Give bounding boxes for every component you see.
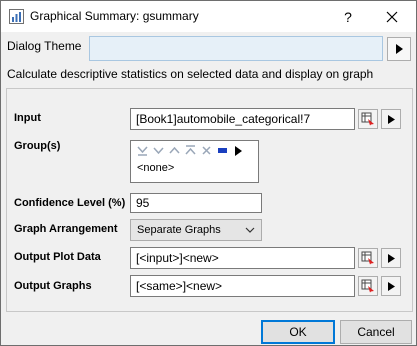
confidence-level-value: 95 [136,196,150,210]
input-label: Input [14,112,41,124]
cancel-button-label: Cancel [357,325,395,339]
output-plot-data-value: [<input>]<new> [136,251,219,265]
chevron-down-icon [245,227,255,233]
output-plot-data-label: Output Plot Data [14,251,101,263]
range-select-icon [361,279,374,293]
dialog-theme-menu-button[interactable] [387,37,411,61]
graph-arrangement-value: Separate Graphs [137,224,221,236]
output-graphs-label: Output Graphs [14,280,92,292]
move-up-icon[interactable] [168,144,181,157]
origin-app-icon [9,9,24,24]
help-button[interactable]: ? [329,2,367,31]
groups-toolbar [136,144,245,157]
help-label: ? [344,8,352,25]
play-arrow-icon [387,253,395,263]
ok-button-label: OK [289,325,307,339]
graph-arrangement-select[interactable]: Separate Graphs [130,219,262,241]
dialog-window: Graphical Summary: gsummary ? Dialog The… [0,0,417,346]
output-graphs-menu-button[interactable] [381,276,401,296]
input-select-range-button[interactable] [358,109,378,129]
confidence-level-input[interactable]: 95 [130,193,262,213]
title-bar: Graphical Summary: gsummary ? [1,1,416,32]
dialog-theme-label: Dialog Theme [7,39,82,53]
output-plot-select-range-button[interactable] [358,248,378,268]
input-value: [Book1]automobile_categorical!7 [136,112,311,126]
groups-list-panel: <none> [130,140,259,183]
move-bottom-icon[interactable] [136,144,149,157]
add-column-icon[interactable] [216,144,229,157]
range-select-icon [361,251,374,265]
output-plot-data-field[interactable]: [<input>]<new> [130,247,355,269]
close-icon [386,11,398,22]
play-arrow-icon [387,281,395,291]
output-plot-menu-button[interactable] [381,248,401,268]
input-field[interactable]: [Book1]automobile_categorical!7 [130,108,355,130]
move-down-icon[interactable] [152,144,165,157]
groups-label: Group(s) [14,140,61,152]
move-top-icon[interactable] [184,144,197,157]
dialog-theme-field[interactable] [89,36,383,61]
play-arrow-icon [396,44,403,54]
confidence-level-label: Confidence Level (%) [14,197,126,209]
input-menu-button[interactable] [381,109,401,129]
ok-button[interactable]: OK [261,320,335,344]
remove-icon[interactable] [200,144,213,157]
output-graphs-value: [<same>]<new> [136,279,223,293]
output-graphs-select-range-button[interactable] [358,276,378,296]
play-arrow-icon[interactable] [232,144,245,157]
dialog-description: Calculate descriptive statistics on sele… [7,67,374,81]
cancel-button[interactable]: Cancel [340,320,412,344]
groups-list-item[interactable]: <none> [137,162,174,174]
range-select-icon [361,112,374,126]
graph-arrangement-label: Graph Arrangement [14,223,118,235]
window-title: Graphical Summary: gsummary [30,9,199,23]
close-button[interactable] [369,2,415,31]
play-arrow-icon [387,114,395,124]
output-graphs-field[interactable]: [<same>]<new> [130,275,355,297]
